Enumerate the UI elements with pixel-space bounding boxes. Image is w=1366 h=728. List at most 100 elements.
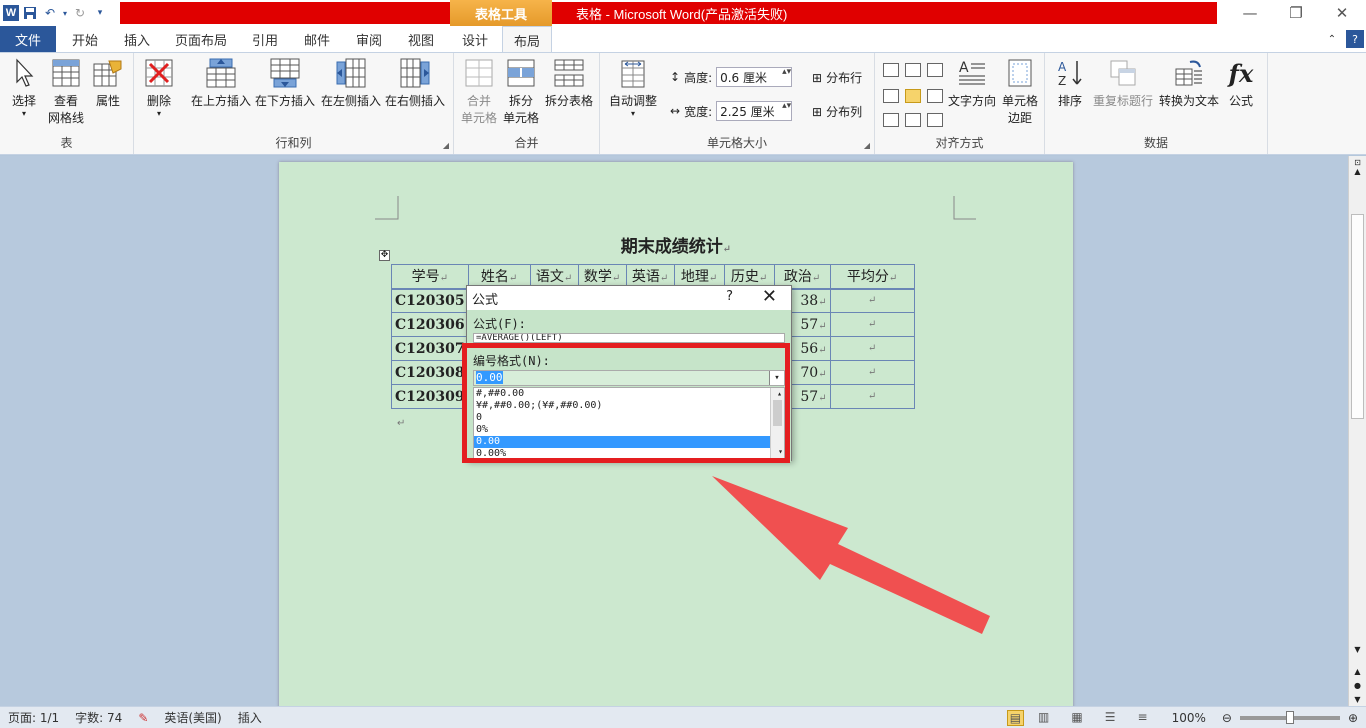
id-cell[interactable]: C120308 (391, 360, 469, 385)
minimize-ribbon-icon[interactable]: ⌃ (1322, 26, 1342, 52)
distribute-cols-button[interactable]: ⊞ 分布列 (812, 103, 862, 120)
split-cells-button[interactable]: 拆分 单元格 (500, 57, 542, 127)
zoom-slider[interactable] (1239, 710, 1340, 724)
language-indicator[interactable]: 英语(美国) (156, 709, 229, 726)
split-table-button[interactable]: 拆分表格 (542, 57, 596, 110)
scroll-down-icon[interactable]: ▼ (1349, 645, 1366, 654)
undo-dropdown-icon[interactable]: ▾ (61, 4, 69, 22)
zoom-out-icon[interactable]: ⊖ (1214, 711, 1240, 725)
restore-button[interactable]: ❐ (1273, 0, 1319, 26)
redo-icon[interactable]: ↻ (71, 4, 89, 22)
id-cell[interactable]: C120305 (391, 288, 469, 313)
browse-object-icon[interactable]: ● (1349, 681, 1366, 690)
ruler-toggle-icon[interactable]: ⊡ (1349, 158, 1366, 167)
quick-access-toolbar: W ↶ ▾ ↻ ▾ (0, 0, 109, 26)
width-spinner[interactable]: 2.25 厘米 (716, 101, 793, 121)
insert-mode[interactable]: 插入 (230, 709, 270, 726)
convert-to-text-icon (1173, 57, 1205, 89)
proofing-icon[interactable]: ✎ (130, 711, 156, 725)
dialog-close-button[interactable]: ✕ (762, 286, 777, 307)
tab-view[interactable]: 视图 (398, 26, 444, 52)
table-move-handle-icon[interactable]: ✥ (379, 250, 390, 261)
align-top-left-icon[interactable] (883, 63, 899, 77)
sort-button[interactable]: AZ 排序 (1051, 57, 1089, 110)
tab-layout[interactable]: 布局 (502, 26, 552, 53)
cell-size-launcher-icon[interactable]: ◢ (864, 141, 870, 150)
text-direction-icon: A (956, 57, 988, 89)
insert-right-icon (399, 57, 431, 89)
next-page-icon[interactable]: ▼ (1349, 695, 1366, 704)
delete-button[interactable]: 删除 ▾ (142, 57, 176, 118)
insert-left-button[interactable]: 在左侧插入 (320, 57, 382, 110)
customize-qat-icon[interactable]: ▾ (91, 4, 109, 22)
height-spinner[interactable]: 0.6 厘米 (716, 67, 793, 87)
web-layout-icon[interactable]: ▦ (1063, 710, 1090, 726)
help-icon[interactable]: ? (1346, 30, 1364, 48)
average-cell[interactable]: ↵ (829, 384, 915, 409)
page-count[interactable]: 页面: 1/1 (0, 709, 67, 726)
align-middle-right-icon[interactable] (927, 89, 943, 103)
view-gridlines-button[interactable]: 查看 网格线 (46, 57, 86, 127)
repeat-header-button[interactable]: 重复标题行 (1091, 57, 1155, 110)
zoom-slider-thumb[interactable] (1285, 710, 1294, 724)
reading-layout-icon[interactable]: ▥ (1030, 710, 1057, 726)
average-cell[interactable]: ↵ (829, 312, 915, 337)
insert-right-button[interactable]: 在右侧插入 (384, 57, 446, 110)
outline-icon[interactable]: ☰ (1097, 710, 1124, 726)
minimize-button[interactable]: — (1227, 0, 1273, 26)
print-layout-icon[interactable]: ▤ (1006, 709, 1025, 726)
header-cell[interactable]: 学号↵ (391, 264, 469, 290)
properties-button[interactable]: 属性 (90, 57, 126, 110)
formula-input[interactable]: =AVERAGE()(LEFT) (473, 333, 785, 343)
draft-icon[interactable]: ≡ (1130, 710, 1156, 726)
tab-references[interactable]: 引用 (242, 26, 288, 52)
merge-cells-button[interactable]: 合并 单元格 (458, 57, 500, 127)
id-cell[interactable]: C120309 (391, 384, 469, 409)
rows-cols-launcher-icon[interactable]: ◢ (443, 141, 449, 150)
tab-home[interactable]: 开始 (62, 26, 108, 52)
tab-review[interactable]: 审阅 (346, 26, 392, 52)
align-top-center-icon[interactable] (905, 63, 921, 77)
scroll-thumb[interactable] (1351, 214, 1364, 419)
tab-mailings[interactable]: 邮件 (294, 26, 340, 52)
distribute-rows-button[interactable]: ⊞ 分布行 (812, 69, 862, 86)
insert-above-button[interactable]: 在上方插入 (190, 57, 252, 110)
scroll-up-icon[interactable]: ▲ (1349, 167, 1366, 176)
tab-page-layout[interactable]: 页面布局 (168, 26, 234, 52)
select-button[interactable]: 选择 ▾ (6, 57, 42, 118)
align-bottom-right-icon[interactable] (927, 113, 943, 127)
save-icon[interactable] (21, 4, 39, 22)
tab-design[interactable]: 设计 (452, 26, 498, 52)
undo-icon[interactable]: ↶ (41, 4, 59, 22)
word-count[interactable]: 字数: 74 (67, 709, 130, 726)
vertical-scrollbar[interactable]: ⊡ ▲ ▼ ▲ ● ▼ (1348, 156, 1366, 706)
align-top-right-icon[interactable] (927, 63, 943, 77)
autofit-button[interactable]: 自动调整 ▾ (604, 57, 662, 118)
word-app-icon[interactable]: W (3, 5, 19, 21)
close-window-button[interactable]: ✕ (1319, 0, 1365, 26)
prev-page-icon[interactable]: ▲ (1349, 667, 1366, 676)
header-cell[interactable]: 平均分↵ (829, 264, 915, 290)
cursor-icon (8, 57, 40, 89)
insert-below-button[interactable]: 在下方插入 (254, 57, 316, 110)
tab-file[interactable]: 文件 (0, 26, 56, 52)
tab-insert[interactable]: 插入 (114, 26, 160, 52)
text-direction-button[interactable]: A 文字方向 (947, 57, 997, 110)
id-cell[interactable]: C120306 (391, 312, 469, 337)
id-cell[interactable]: C120307 (391, 336, 469, 361)
text-direction-label: 文字方向 (947, 94, 996, 108)
grid-icon (50, 57, 82, 89)
zoom-in-icon[interactable]: ⊕ (1340, 711, 1366, 725)
align-middle-center-icon[interactable] (905, 89, 921, 103)
align-middle-left-icon[interactable] (883, 89, 899, 103)
align-bottom-left-icon[interactable] (883, 113, 899, 127)
align-bottom-center-icon[interactable] (905, 113, 921, 127)
average-cell[interactable]: ↵ (829, 336, 915, 361)
formula-button[interactable]: fx 公式 (1221, 57, 1261, 110)
average-cell[interactable]: ↵ (829, 360, 915, 385)
dialog-help-button[interactable]: ? (726, 289, 733, 304)
zoom-level[interactable]: 100% (1164, 711, 1214, 725)
convert-to-text-button[interactable]: 转换为文本 (1157, 57, 1221, 110)
average-cell[interactable]: ↵ (829, 288, 915, 313)
cell-margins-button[interactable]: 单元格 边距 (997, 57, 1043, 127)
